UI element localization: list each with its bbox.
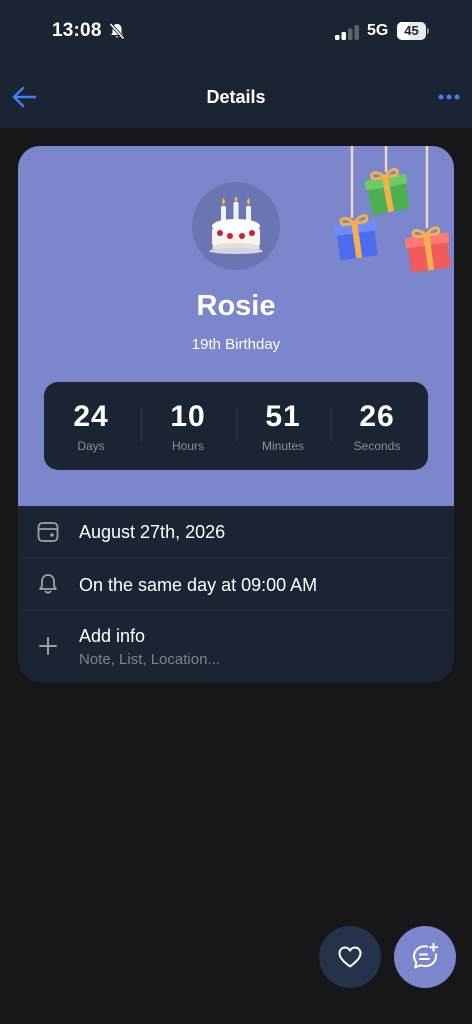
battery-icon: 45 [397, 22, 429, 40]
event-card: Rosie 19th Birthday 24 Days 10 Hours 51 … [18, 146, 454, 682]
add-info-title: Add info [79, 626, 146, 646]
reminder-text: On the same day at 09:00 AM [79, 575, 318, 595]
bell-icon [39, 574, 57, 594]
countdown-label: Days [77, 439, 105, 453]
add-comment-button[interactable] [394, 926, 456, 988]
event-date: August 27th, 2026 [79, 522, 226, 542]
countdown-value: 24 [73, 400, 109, 433]
countdown-label: Minutes [261, 439, 305, 453]
chat-add-icon [413, 942, 438, 969]
date-row[interactable]: August 27th, 2026 [18, 506, 454, 558]
top-area: 13:08 5G 45 Details [0, 0, 472, 128]
countdown-hours: 10 Hours [141, 382, 235, 470]
event-hero: Rosie 19th Birthday 24 Days 10 Hours 51 … [18, 146, 454, 506]
countdown-panel: 24 Days 10 Hours 51 Minutes 26 Seconds [44, 382, 428, 470]
reminder-row[interactable]: On the same day at 09:00 AM [18, 558, 454, 610]
calendar-icon [37, 522, 59, 542]
birthday-cake-icon [209, 196, 263, 254]
bell-slash-icon [109, 22, 125, 40]
network-label: 5G [367, 22, 389, 39]
countdown-label: Hours [171, 439, 204, 453]
heart-icon [338, 946, 362, 968]
countdown-value: 51 [265, 400, 301, 433]
avatar [192, 182, 280, 270]
page-title: Details [206, 87, 266, 107]
countdown-seconds: 26 Seconds [330, 382, 424, 470]
ellipsis-icon[interactable] [434, 84, 464, 110]
person-name: Rosie [196, 290, 276, 322]
plus-icon [39, 637, 57, 655]
countdown-value: 10 [170, 400, 206, 433]
add-info-subtitle: Note, List, Location... [79, 651, 220, 668]
countdown-minutes: 51 Minutes [236, 382, 330, 470]
status-time: 13:08 [52, 20, 102, 41]
hanging-gifts-icon [333, 146, 451, 273]
add-info-row[interactable]: Add info Note, List, Location... [18, 611, 454, 682]
favorite-button[interactable] [319, 926, 381, 988]
countdown-value: 26 [359, 400, 395, 433]
signal-icon [335, 25, 359, 40]
countdown-label: Seconds [353, 439, 401, 453]
nav-bar: Details [0, 70, 472, 124]
battery-level: 45 [404, 23, 419, 38]
event-label: 19th Birthday [191, 336, 281, 353]
status-bar: 13:08 5G 45 [0, 0, 472, 64]
countdown-days: 24 Days [44, 382, 138, 470]
